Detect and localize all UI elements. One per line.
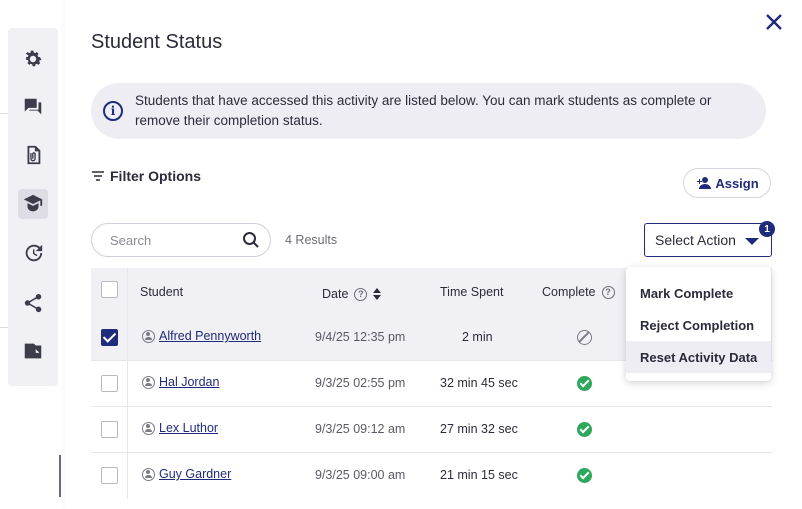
time-spent-cell: 2 min	[462, 330, 493, 344]
header-date-label: Date	[322, 287, 349, 301]
student-link[interactable]: Lex Luthor	[159, 421, 218, 435]
info-text: Students that have accessed this activit…	[135, 93, 712, 128]
date-cell: 9/3/25 09:00 am	[315, 468, 406, 482]
row-checkbox[interactable]	[101, 467, 118, 484]
folder-icon[interactable]	[20, 338, 46, 364]
caret-down-icon	[745, 238, 759, 245]
gear-icon[interactable]	[20, 46, 46, 72]
table-row[interactable]: Guy Gardner 9/3/25 09:00 am 21 min 15 se…	[91, 453, 772, 499]
info-icon: i	[103, 101, 123, 121]
column-divider	[127, 361, 128, 406]
header-time-spent-label: Time Spent	[440, 285, 504, 299]
assign-button[interactable]: Assign	[683, 168, 771, 198]
student-status-panel: Student Status i Students that have acce…	[65, 0, 802, 509]
history-icon[interactable]	[20, 240, 46, 266]
header-complete-label: Complete	[542, 285, 596, 299]
close-icon	[766, 14, 782, 30]
add-person-icon	[697, 177, 712, 189]
user-icon	[142, 421, 155, 435]
page-title: Student Status	[91, 31, 223, 53]
results-count: 4 Results	[285, 233, 338, 247]
date-cell: 9/4/25 12:35 pm	[315, 330, 406, 344]
user-icon	[142, 375, 155, 389]
header-student-label: Student	[140, 285, 184, 299]
complete-check-icon	[577, 468, 592, 483]
filter-options-button[interactable]: Filter Options	[91, 168, 201, 184]
select-action-menu: Mark Complete Reject Completion Reset Ac…	[626, 267, 771, 381]
header-time-spent: Time Spent	[440, 285, 503, 299]
share-icon[interactable]	[20, 290, 46, 316]
student-link[interactable]: Guy Gardner	[159, 467, 231, 481]
search-icon[interactable]	[242, 231, 260, 249]
help-icon[interactable]: ?	[601, 285, 615, 299]
column-divider	[127, 268, 128, 315]
complete-check-icon	[577, 376, 592, 391]
side-rail	[8, 28, 58, 386]
search-field[interactable]	[91, 223, 271, 257]
column-divider	[127, 315, 128, 360]
row-checkbox[interactable]	[101, 421, 118, 438]
select-all-checkbox[interactable]	[101, 281, 118, 298]
assign-label: Assign	[715, 175, 759, 191]
sort-icon[interactable]	[373, 288, 382, 300]
student-cell: Lex Luthor	[142, 421, 218, 435]
date-cell: 9/3/25 09:12 am	[315, 422, 406, 436]
date-cell: 9/3/25 02:55 pm	[315, 376, 406, 390]
user-icon	[142, 329, 155, 343]
table-row[interactable]: Lex Luthor 9/3/25 09:12 am 27 min 32 sec	[91, 407, 772, 453]
student-icon[interactable]	[18, 189, 48, 219]
info-banner: i Students that have accessed this activ…	[91, 83, 766, 139]
select-action-dropdown[interactable]: Select Action	[644, 223, 772, 257]
select-action-label: Select Action	[655, 232, 736, 248]
header-date[interactable]: Date ?	[322, 287, 382, 301]
menu-item-reset-activity-data[interactable]: Reset Activity Data	[626, 341, 771, 373]
user-icon	[142, 467, 155, 481]
time-spent-cell: 21 min 15 sec	[440, 468, 518, 482]
time-spent-cell: 32 min 45 sec	[440, 376, 518, 390]
menu-item-mark-complete[interactable]: Mark Complete	[626, 277, 771, 309]
time-spent-cell: 27 min 32 sec	[440, 422, 518, 436]
header-complete: Complete ?	[542, 285, 615, 299]
search-input[interactable]	[110, 232, 242, 248]
attachment-icon[interactable]	[20, 142, 46, 168]
student-cell: Alfred Pennyworth	[142, 329, 261, 343]
column-divider	[127, 453, 128, 499]
student-cell: Hal Jordan	[142, 375, 219, 389]
selection-count-badge: 1	[759, 221, 775, 237]
header-student: Student	[140, 285, 183, 299]
complete-check-icon	[577, 422, 592, 437]
row-checkbox[interactable]	[101, 329, 118, 346]
student-cell: Guy Gardner	[142, 467, 231, 481]
filter-icon	[92, 171, 104, 181]
menu-item-reject-completion[interactable]: Reject Completion	[626, 309, 771, 341]
chat-icon[interactable]	[20, 94, 46, 120]
student-link[interactable]: Hal Jordan	[159, 375, 219, 389]
row-checkbox[interactable]	[101, 375, 118, 392]
help-icon[interactable]: ?	[354, 287, 368, 301]
filter-options-label: Filter Options	[110, 168, 201, 184]
background-rule	[59, 455, 61, 497]
close-button[interactable]	[762, 10, 786, 34]
not-complete-icon	[577, 330, 592, 345]
student-link[interactable]: Alfred Pennyworth	[159, 329, 261, 343]
column-divider	[127, 407, 128, 452]
